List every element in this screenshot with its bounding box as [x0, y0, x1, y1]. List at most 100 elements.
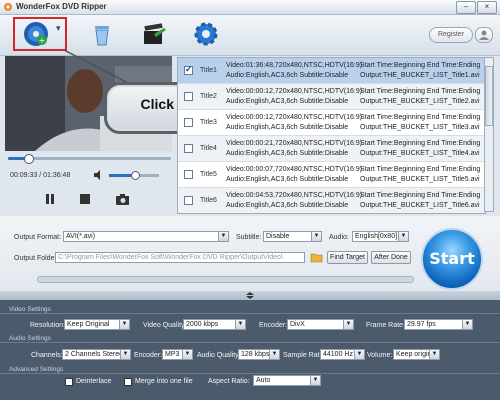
resolution-value: Keep Original — [67, 321, 110, 328]
title-row[interactable]: Title2 Video:00:00:12,720x480,NTSC,HDTV(1… — [178, 84, 485, 110]
channels-label: Channels: — [31, 352, 63, 359]
title-checkbox[interactable] — [184, 144, 193, 153]
audio-encoder-select[interactable]: MP3 ▼ — [162, 349, 193, 360]
output-folder-label: Output Folder — [14, 255, 57, 262]
find-target-button[interactable]: Find Target — [327, 251, 368, 264]
video-encoder-value: DivX — [290, 321, 305, 328]
volume-icon[interactable] — [93, 170, 103, 180]
audio-select[interactable]: English[0x80] ▼ — [352, 231, 409, 242]
video-info: Video:00:00:12,720x480,NTSC,HDTV(16:9) — [226, 114, 363, 121]
start-button[interactable]: Start — [421, 228, 483, 290]
video-quality-select[interactable]: 2000 kbps ▼ — [183, 319, 246, 330]
title-name: Title6 — [200, 197, 217, 204]
resolution-label: Resolution: — [30, 322, 66, 329]
channels-select[interactable]: 2 Channels Stereo ▼ — [62, 349, 131, 360]
advanced-settings-heading: Advanced Settings — [9, 366, 64, 373]
frame-rate-select[interactable]: 29.97 fps ▼ — [404, 319, 473, 330]
subtitle-label: Subtitle: — [236, 234, 262, 241]
trash-icon[interactable] — [88, 20, 116, 48]
sample-rate-value: 44100 Hz — [323, 351, 353, 358]
chevron-down-icon: ▼ — [398, 232, 408, 241]
output-filename: Output:THE_BUCKET_LIST_Title1.avi — [360, 72, 480, 79]
audio-info: Audio:English,AC3,6ch Subtitle:Disable — [226, 150, 349, 157]
title-row[interactable]: Title1 Video:01:36:48,720x480,NTSC,HDTV(1… — [178, 58, 485, 84]
close-button[interactable]: × — [477, 1, 497, 14]
video-info: Video:01:36:48,720x480,NTSC,HDTV(16:9) — [226, 62, 363, 69]
audio-quality-value: 128 kbps — [241, 351, 270, 358]
time-range-info: Start Time:Beginning End Time:Ending — [360, 88, 481, 95]
video-encoder-select[interactable]: DivX ▼ — [287, 319, 354, 330]
chevron-down-icon[interactable]: ▾ — [56, 23, 61, 34]
title-name: Title3 — [200, 119, 217, 126]
audio-encoder-value: MP3 — [165, 351, 180, 358]
volume-label: Volume: — [367, 352, 393, 359]
resolution-select[interactable]: Keep Original ▼ — [64, 319, 130, 330]
output-folder-field[interactable]: C:\Program Files\WonderFox Soft\WonderFo… — [55, 252, 305, 263]
audio-info: Audio:English,AC3,6ch Subtitle:Disable — [226, 72, 349, 79]
title-name: Title2 — [200, 93, 217, 100]
minimize-button[interactable]: – — [456, 1, 476, 14]
output-format-select[interactable]: AVI(*.avi) ▼ — [63, 231, 229, 242]
chevron-down-icon: ▼ — [218, 232, 228, 241]
title-row[interactable]: Title6 Video:00:04:53,720x480,NTSC,HDTV(1… — [178, 188, 485, 213]
merge-label: Merge into one file — [135, 378, 193, 385]
output-format-label: Output Format: — [14, 234, 62, 241]
title-list: Title1 Video:01:36:48,720x480,NTSC,HDTV(1… — [177, 57, 486, 214]
deinterlace-label: Deinterlace — [76, 378, 112, 385]
time-display: 00:09:33 / 01:36:48 — [10, 172, 71, 179]
subtitle-value: Disable — [266, 233, 290, 240]
deinterlace-checkbox[interactable] — [65, 378, 73, 386]
snapshot-camera-icon[interactable] — [115, 192, 129, 206]
frame-rate-value: 29.97 fps — [407, 321, 436, 328]
output-filename: Output:THE_BUCKET_LIST_Title5.avi — [360, 176, 480, 183]
title-checkbox[interactable] — [184, 64, 193, 75]
register-button[interactable]: Register — [429, 27, 473, 43]
chevron-down-icon: ▼ — [182, 350, 192, 359]
aspect-ratio-label: Aspect Ratio: — [208, 378, 250, 385]
divider — [0, 313, 500, 314]
subtitle-select[interactable]: Disable ▼ — [263, 231, 322, 242]
audio-value: English[0x80] — [355, 233, 398, 240]
app-logo-icon — [4, 3, 12, 11]
title-row[interactable]: Title3 Video:00:00:12,720x480,NTSC,HDTV(1… — [178, 110, 485, 136]
clapperboard-icon[interactable] — [140, 20, 168, 48]
time-range-info: Start Time:Beginning End Time:Ending — [360, 166, 481, 173]
stop-icon[interactable] — [78, 192, 92, 206]
audio-quality-select[interactable]: 128 kbps ▼ — [238, 349, 280, 360]
aspect-ratio-select[interactable]: Auto ▼ — [253, 375, 321, 386]
title-checkbox[interactable] — [184, 170, 193, 179]
output-filename: Output:THE_BUCKET_LIST_Title3.avi — [360, 124, 480, 131]
seek-slider-handle[interactable] — [24, 154, 34, 164]
chevron-down-icon: ▼ — [120, 350, 130, 359]
sample-rate-select[interactable]: 44100 Hz ▼ — [320, 349, 365, 360]
channels-value: 2 Channels Stereo — [65, 351, 123, 358]
svg-text:+: + — [39, 36, 46, 45]
volume-slider-handle[interactable] — [131, 171, 140, 180]
chevron-down-icon: ▼ — [311, 232, 321, 241]
video-info: Video:00:00:21,720x480,NTSC,HDTV(16:9) — [226, 140, 363, 147]
settings-panel: Video Settings Resolution: Keep Original… — [0, 300, 500, 400]
output-filename: Output:THE_BUCKET_LIST_Title2.avi — [360, 98, 480, 105]
folder-icon[interactable] — [310, 251, 323, 263]
user-icon[interactable] — [475, 27, 493, 43]
video-settings-heading: Video Settings — [9, 306, 51, 313]
chevron-down-icon: ▼ — [269, 350, 279, 359]
title-checkbox[interactable] — [184, 196, 193, 205]
title-row[interactable]: Title5 Video:00:00:07,720x480,NTSC,HDTV(1… — [178, 162, 485, 188]
title-row[interactable]: Title4 Video:00:00:21,720x480,NTSC,HDTV(1… — [178, 136, 485, 162]
chevron-down-icon: ▼ — [119, 320, 129, 329]
gear-icon[interactable] — [192, 20, 220, 48]
after-done-button[interactable]: After Done — [371, 251, 411, 264]
output-filename: Output:THE_BUCKET_LIST_Title4.avi — [360, 150, 480, 157]
title-checkbox[interactable] — [184, 118, 193, 127]
volume-select[interactable]: Keep origina ▼ — [393, 349, 440, 360]
chevron-down-icon: ▼ — [429, 350, 439, 359]
merge-checkbox[interactable] — [124, 378, 132, 386]
collapse-arrows-icon[interactable] — [246, 292, 254, 299]
title-checkbox[interactable] — [184, 92, 193, 101]
audio-encoder-label: Encoder: — [134, 352, 163, 359]
audio-settings-heading: Audio Settings — [9, 335, 51, 342]
title-name: Title5 — [200, 171, 217, 178]
scrollbar-thumb[interactable] — [485, 66, 493, 126]
pause-icon[interactable] — [43, 192, 57, 206]
